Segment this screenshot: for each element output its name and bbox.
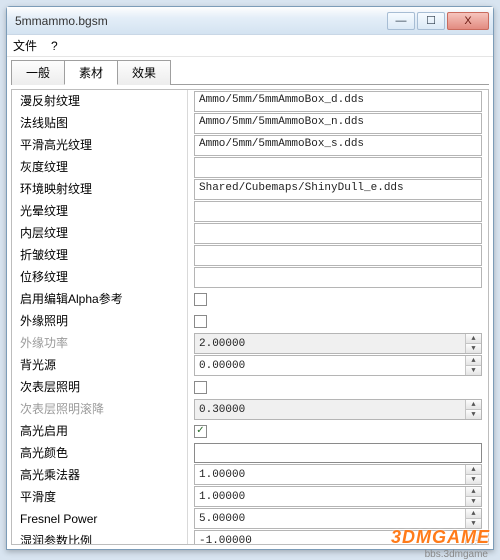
- number-value: 5.00000: [195, 513, 465, 525]
- number-value: 2.00000: [195, 338, 465, 350]
- minimize-button[interactable]: —: [387, 12, 415, 30]
- text-field[interactable]: [194, 201, 482, 222]
- text-field[interactable]: Shared/Cubemaps/ShinyDull_e.dds: [194, 179, 482, 200]
- checkbox-cell: [188, 376, 488, 398]
- checkbox-cell: ✓: [188, 420, 488, 442]
- number-value: 1.00000: [195, 491, 465, 503]
- property-label: 外缘照明: [12, 310, 187, 332]
- property-label: 湿润参数比例: [12, 530, 187, 544]
- tab-0[interactable]: 一般: [11, 60, 65, 85]
- text-field[interactable]: Ammo/5mm/5mmAmmoBox_s.dds: [194, 135, 482, 156]
- number-field: 0.30000▲▼: [194, 399, 482, 420]
- menu-help[interactable]: ?: [51, 39, 58, 53]
- number-value: 0.30000: [195, 404, 465, 416]
- text-field[interactable]: Ammo/5mm/5mmAmmoBox_n.dds: [194, 113, 482, 134]
- spinner-down-icon[interactable]: ▼: [466, 497, 481, 506]
- number-value: 1.00000: [195, 469, 465, 481]
- checkbox[interactable]: [194, 315, 207, 328]
- window-title: 5mmammo.bgsm: [15, 14, 385, 28]
- property-label: 启用编辑Alpha参考: [12, 288, 187, 310]
- property-label: 灰度纹理: [12, 156, 187, 178]
- spinner-up-icon[interactable]: ▲: [466, 487, 481, 497]
- values-column: Ammo/5mm/5mmAmmoBox_d.ddsAmmo/5mm/5mmAmm…: [188, 90, 488, 544]
- number-value: 0.00000: [195, 360, 465, 372]
- number-field[interactable]: 1.00000▲▼: [194, 486, 482, 507]
- checkbox[interactable]: [194, 293, 207, 306]
- spinner-up-icon[interactable]: ▲: [466, 531, 481, 541]
- spinner[interactable]: ▲▼: [465, 509, 481, 528]
- menubar: 文件 ?: [7, 35, 493, 57]
- spinner: ▲▼: [465, 334, 481, 353]
- number-field: 2.00000▲▼: [194, 333, 482, 354]
- maximize-button[interactable]: ☐: [417, 12, 445, 30]
- tab-2[interactable]: 效果: [117, 60, 171, 85]
- color-swatch[interactable]: [194, 443, 482, 463]
- property-label: 高光启用: [12, 420, 187, 442]
- number-field[interactable]: -1.00000▲▼: [194, 530, 482, 544]
- property-label: 环境映射纹理: [12, 178, 187, 200]
- spinner-down-icon: ▼: [466, 410, 481, 419]
- property-label: 平滑高光纹理: [12, 134, 187, 156]
- number-value: -1.00000: [195, 535, 465, 545]
- app-window: 5mmammo.bgsm — ☐ X 文件 ? 一般素材效果 漫反射纹理法线贴图…: [6, 6, 494, 550]
- property-label: 光晕纹理: [12, 200, 187, 222]
- spinner-up-icon: ▲: [466, 400, 481, 410]
- property-label: 高光颜色: [12, 442, 187, 464]
- spinner[interactable]: ▲▼: [465, 487, 481, 506]
- spinner-down-icon[interactable]: ▼: [466, 475, 481, 484]
- close-button[interactable]: X: [447, 12, 489, 30]
- tab-1[interactable]: 素材: [64, 60, 118, 85]
- watermark-sub: bbs.3dmgame: [425, 549, 488, 560]
- spinner-up-icon: ▲: [466, 334, 481, 344]
- checkbox-cell: [188, 310, 488, 332]
- number-field[interactable]: 1.00000▲▼: [194, 464, 482, 485]
- property-label: 漫反射纹理: [12, 90, 187, 112]
- property-label: Fresnel Power: [12, 508, 187, 530]
- titlebar[interactable]: 5mmammo.bgsm — ☐ X: [7, 7, 493, 35]
- checkbox[interactable]: ✓: [194, 425, 207, 438]
- property-label: 高光乘法器: [12, 464, 187, 486]
- property-label: 内层纹理: [12, 222, 187, 244]
- spinner-up-icon[interactable]: ▲: [466, 465, 481, 475]
- spinner-down-icon[interactable]: ▼: [466, 519, 481, 528]
- property-label: 外缘功率: [12, 332, 187, 354]
- spinner[interactable]: ▲▼: [465, 531, 481, 544]
- text-field[interactable]: [194, 223, 482, 244]
- number-field[interactable]: 5.00000▲▼: [194, 508, 482, 529]
- text-field[interactable]: [194, 157, 482, 178]
- labels-column: 漫反射纹理法线贴图平滑高光纹理灰度纹理环境映射纹理光晕纹理内层纹理折皱纹理位移纹…: [12, 90, 188, 544]
- spinner-down-icon[interactable]: ▼: [466, 541, 481, 544]
- spinner-up-icon[interactable]: ▲: [466, 509, 481, 519]
- property-label: 位移纹理: [12, 266, 187, 288]
- property-label: 平滑度: [12, 486, 187, 508]
- spinner-down-icon[interactable]: ▼: [466, 366, 481, 375]
- number-field[interactable]: 0.00000▲▼: [194, 355, 482, 376]
- window-buttons: — ☐ X: [385, 12, 489, 30]
- property-panel: 漫反射纹理法线贴图平滑高光纹理灰度纹理环境映射纹理光晕纹理内层纹理折皱纹理位移纹…: [11, 89, 489, 545]
- text-field[interactable]: [194, 245, 482, 266]
- menu-file[interactable]: 文件: [13, 37, 37, 54]
- text-field[interactable]: [194, 267, 482, 288]
- spinner-down-icon: ▼: [466, 344, 481, 353]
- property-label: 法线贴图: [12, 112, 187, 134]
- spinner[interactable]: ▲▼: [465, 356, 481, 375]
- spinner: ▲▼: [465, 400, 481, 419]
- spinner[interactable]: ▲▼: [465, 465, 481, 484]
- property-label: 次表层照明滚降: [12, 398, 187, 420]
- property-label: 背光源: [12, 354, 187, 376]
- spinner-up-icon[interactable]: ▲: [466, 356, 481, 366]
- checkbox[interactable]: [194, 381, 207, 394]
- property-label: 折皱纹理: [12, 244, 187, 266]
- property-label: 次表层照明: [12, 376, 187, 398]
- checkbox-cell: [188, 288, 488, 310]
- tab-strip: 一般素材效果: [7, 57, 493, 84]
- text-field[interactable]: Ammo/5mm/5mmAmmoBox_d.dds: [194, 91, 482, 112]
